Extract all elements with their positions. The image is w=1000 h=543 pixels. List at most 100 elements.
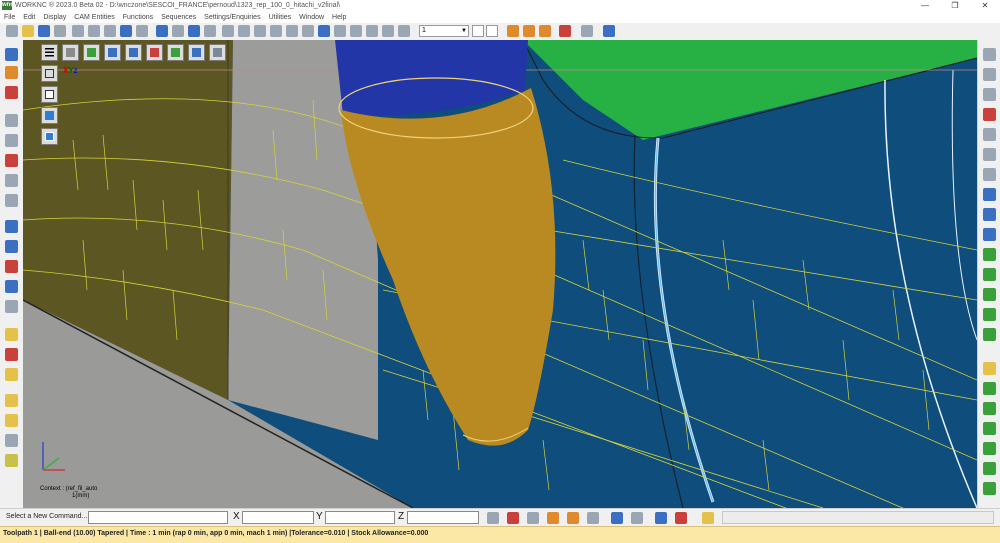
save-icon[interactable] [38, 25, 50, 37]
ruler-icon[interactable] [983, 208, 996, 221]
simulation-icon[interactable] [559, 25, 571, 37]
wireframe-view-icon[interactable] [172, 25, 184, 37]
grid-icon[interactable] [104, 25, 116, 37]
rotate-icon[interactable] [334, 25, 346, 37]
hidden-line-icon[interactable] [188, 25, 200, 37]
section-icon[interactable] [983, 148, 996, 161]
zoom-all-icon[interactable] [270, 25, 282, 37]
view-right-button[interactable] [104, 44, 121, 61]
green-arrow-6-icon[interactable] [983, 482, 996, 495]
machine-rotate-icon[interactable] [523, 25, 535, 37]
menu-edit[interactable]: Edit [19, 12, 39, 23]
trim-icon[interactable] [5, 348, 18, 361]
edit-icon[interactable] [5, 394, 18, 407]
open-folder-icon[interactable] [22, 25, 34, 37]
select-curve-icon[interactable] [567, 512, 579, 524]
menu-file[interactable]: File [0, 12, 19, 23]
wireframe-icon[interactable] [5, 48, 18, 61]
select-face-icon[interactable] [547, 512, 559, 524]
menu-cam-entities[interactable]: CAM Entities [70, 12, 118, 23]
menu-help[interactable]: Help [328, 12, 350, 23]
toolpath-color-icon[interactable] [983, 268, 996, 281]
sequence-e-icon[interactable] [5, 240, 18, 253]
menu-window[interactable]: Window [295, 12, 328, 23]
sequence-s-icon[interactable] [5, 220, 18, 233]
view-front-button[interactable] [62, 44, 79, 61]
view-combo-extra[interactable] [472, 25, 484, 37]
toolpath-display-icon[interactable] [983, 248, 996, 261]
filter-icon[interactable] [983, 128, 996, 141]
view-bottom-button[interactable] [167, 44, 184, 61]
person-icon[interactable] [655, 512, 667, 524]
select-fx-icon[interactable] [587, 512, 599, 524]
layout-icon[interactable] [120, 25, 132, 37]
toolpath-icon[interactable] [5, 154, 18, 167]
x-coord-input[interactable] [242, 511, 314, 524]
redo-icon[interactable] [88, 25, 100, 37]
new-file-icon[interactable] [6, 25, 18, 37]
green-arrow-2-icon[interactable] [983, 402, 996, 415]
machine-icon[interactable] [507, 25, 519, 37]
rotate-y-icon[interactable] [366, 25, 378, 37]
view-shaded-button[interactable] [41, 107, 58, 124]
rotate-x-icon[interactable] [350, 25, 362, 37]
z-coord-input[interactable] [407, 511, 479, 524]
y-coord-input[interactable] [325, 511, 395, 524]
green-arrow-icon[interactable] [983, 382, 996, 395]
view-back-button[interactable] [146, 44, 163, 61]
toolpath-filter-icon[interactable] [983, 288, 996, 301]
eraser-icon[interactable] [983, 108, 996, 121]
axis-xyz-icon[interactable]: XYZ [63, 66, 77, 75]
tool-icon[interactable] [5, 134, 18, 147]
tag-icon[interactable] [5, 414, 18, 427]
camera-icon[interactable] [204, 25, 216, 37]
sequence-a-icon[interactable] [5, 280, 18, 293]
info-icon[interactable] [611, 512, 623, 524]
clip-icon[interactable] [983, 168, 996, 181]
menu-functions[interactable]: Functions [119, 12, 157, 23]
layer-2-icon[interactable] [983, 68, 996, 81]
magic-wand-icon[interactable] [5, 328, 18, 341]
zoom-extents-icon[interactable] [286, 25, 298, 37]
select-point-icon[interactable] [507, 512, 519, 524]
green-arrow-5-icon[interactable] [983, 462, 996, 475]
curve-icon[interactable] [5, 86, 18, 99]
pan-icon[interactable] [302, 25, 314, 37]
3d-viewport[interactable]: XYZ Context : (ref_fil_auto 1(mm) [23, 40, 977, 508]
angle-icon[interactable] [983, 228, 996, 241]
view-iso-button[interactable] [188, 44, 205, 61]
shaded-view-icon[interactable] [156, 25, 168, 37]
select-tool-icon[interactable] [487, 512, 499, 524]
stock-icon[interactable] [5, 114, 18, 127]
view-combo-extra-2[interactable] [486, 25, 498, 37]
print-icon[interactable] [54, 25, 66, 37]
drill-icon[interactable] [603, 25, 615, 37]
view-combo[interactable]: 1 ▼ [419, 25, 469, 37]
cylinder-icon[interactable] [5, 194, 18, 207]
undo-icon[interactable] [72, 25, 84, 37]
view-left-button[interactable] [125, 44, 142, 61]
view-outline-button[interactable] [41, 86, 58, 103]
measure-icon[interactable] [581, 25, 593, 37]
zoom-out-icon[interactable] [238, 25, 250, 37]
viewport-menu-button[interactable] [41, 44, 58, 61]
film-icon[interactable] [675, 512, 687, 524]
view-top-button[interactable] [83, 44, 100, 61]
surface-icon[interactable] [5, 66, 18, 79]
toolpath-step-icon[interactable] [983, 308, 996, 321]
move-icon[interactable] [318, 25, 330, 37]
puzzle-icon[interactable] [702, 512, 714, 524]
box-icon[interactable] [983, 362, 996, 375]
menu-utilities[interactable]: Utilities [265, 12, 296, 23]
restore-button[interactable]: ❐ [940, 0, 970, 12]
green-arrow-3-icon[interactable] [983, 422, 996, 435]
gear-icon[interactable] [5, 454, 18, 467]
measure-distance-icon[interactable] [983, 188, 996, 201]
command-input[interactable] [88, 511, 228, 524]
layer-icon[interactable] [983, 48, 996, 61]
rotate-z-icon[interactable] [382, 25, 394, 37]
machine-head-icon[interactable] [539, 25, 551, 37]
toolpath-arrow-icon[interactable] [983, 328, 996, 341]
minimize-button[interactable]: — [910, 0, 940, 12]
sequence-m-icon[interactable] [5, 300, 18, 313]
